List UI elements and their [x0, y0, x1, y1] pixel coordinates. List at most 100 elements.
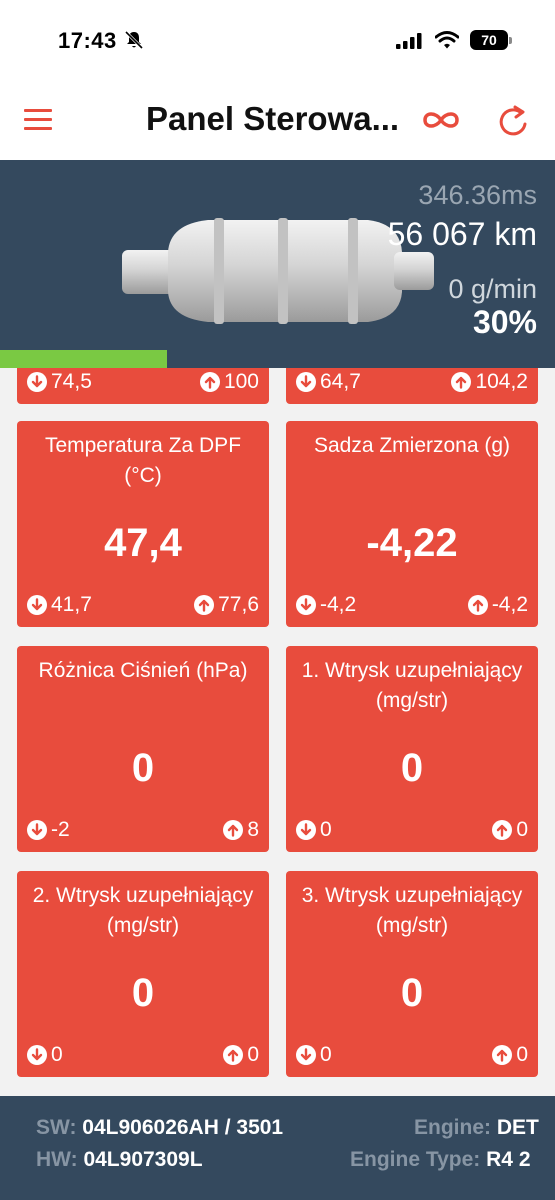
nav-bar: Panel Sterowa...: [0, 84, 555, 160]
card-min-value: -2: [51, 818, 70, 841]
card-max: 0: [492, 1043, 528, 1067]
ecu-info-footer: SW: 04L906026AH / 3501 HW: 04L907309L En…: [0, 1096, 555, 1200]
parameter-card[interactable]: 1. Wtrysk uzupełniający (mg/str) 0 0 0: [286, 646, 538, 852]
card-min-value: 64,7: [320, 370, 361, 393]
card-title: 1. Wtrysk uzupełniający (mg/str): [301, 659, 523, 712]
card-title: Różnica Ciśnień (hPa): [38, 659, 248, 682]
dpf-header-panel: 346.36ms 56 067 km 0 g/min 30%: [0, 160, 555, 368]
arrow-up-circle-icon: [223, 820, 244, 840]
sw-value: 04L906026AH / 3501: [82, 1116, 284, 1139]
arrow-down-circle-icon: [27, 595, 47, 615]
card-value: 0: [400, 971, 424, 1015]
status-time: 17:43: [58, 28, 117, 53]
arrow-down-circle-icon: [27, 1045, 47, 1065]
card-max-value: 0: [247, 1043, 259, 1066]
arrow-up-circle-icon: [467, 595, 488, 615]
card-max: 0: [223, 1043, 259, 1067]
odometer: 56 067 km: [387, 216, 537, 252]
arrow-down-circle-icon: [296, 1045, 316, 1065]
arrow-up-circle-icon: [492, 1045, 513, 1065]
parameter-card[interactable]: Sadza Zmierzona (g) -4,22 -4,2 -4,2: [286, 421, 538, 627]
card-min-value: 41,7: [51, 593, 92, 616]
card-value: 47,4: [104, 521, 182, 565]
arrow-up-circle-icon: [194, 595, 215, 615]
card-max: 100: [199, 370, 259, 394]
engine-row: Engine: DET: [414, 1116, 539, 1140]
card-max-value: 77,6: [218, 593, 259, 616]
card-title: 3. Wtrysk uzupełniający (mg/str): [301, 884, 523, 937]
arrow-up-circle-icon: [199, 372, 220, 392]
card-value: 0: [400, 746, 424, 790]
card-min: 0: [296, 1043, 332, 1067]
card-min-value: 0: [320, 1043, 332, 1066]
card-min: 0: [296, 818, 332, 842]
parameter-card[interactable]: 3. Wtrysk uzupełniający (mg/str) 0 0 0: [286, 871, 538, 1077]
card-min-value: 0: [51, 1043, 63, 1066]
hw-value: 04L907309L: [83, 1148, 203, 1171]
infinity-icon[interactable]: [420, 108, 462, 132]
card-min: -4,2: [296, 593, 356, 617]
card-min: 74,5: [27, 370, 92, 394]
card-value: 0: [131, 971, 155, 1015]
arrow-down-circle-icon: [296, 372, 316, 392]
battery-indicator: 70: [470, 30, 508, 50]
hw-row: HW: 04L907309L: [36, 1148, 203, 1172]
progress-bar-fill: [0, 350, 167, 368]
status-bar: 17:43 70: [0, 0, 555, 84]
parameter-card[interactable]: 64,7 104,2: [286, 368, 538, 404]
card-value: -4,22: [366, 521, 458, 565]
card-min-value: 0: [320, 818, 332, 841]
card-max-value: -4,2: [491, 593, 528, 616]
arrow-down-circle-icon: [296, 595, 316, 615]
soot-rate: 0 g/min: [448, 274, 537, 304]
card-min: -2: [27, 818, 70, 842]
parameter-card[interactable]: Różnica Ciśnień (hPa) 0 -2 8: [17, 646, 269, 852]
arrow-up-circle-icon: [492, 820, 513, 840]
engine-type-row: Engine Type: R4 2: [350, 1148, 531, 1172]
card-min-value: -4,2: [320, 593, 357, 616]
card-title: Sadza Zmierzona (g): [313, 434, 511, 457]
signal-icon: [396, 33, 422, 49]
card-max: 0: [492, 818, 528, 842]
arrow-down-circle-icon: [27, 820, 47, 840]
refresh-icon[interactable]: [498, 104, 530, 138]
progress-bar: [0, 350, 555, 368]
card-max-value: 100: [223, 370, 259, 393]
response-time: 346.36ms: [418, 180, 537, 210]
card-max-value: 104,2: [475, 370, 528, 393]
card-max: 77,6: [194, 593, 259, 617]
bell-muted-icon: [124, 30, 144, 50]
wifi-icon: [435, 31, 459, 49]
arrow-up-circle-icon: [223, 1045, 244, 1065]
page-title: Panel Sterowa...: [146, 100, 400, 137]
card-min: 0: [27, 1043, 63, 1067]
parameter-grid[interactable]: 74,5 100 64,7 104,2 Temperatura Za DPF (…: [0, 368, 555, 1096]
hamburger-menu-icon[interactable]: [24, 109, 52, 131]
arrow-down-circle-icon: [27, 372, 47, 392]
progress-percent: 30%: [472, 304, 537, 340]
engine-label: Engine:: [414, 1116, 491, 1139]
card-title: Temperatura Za DPF (°C): [44, 434, 242, 487]
card-max-value: 0: [516, 1043, 528, 1066]
parameter-card[interactable]: 2. Wtrysk uzupełniający (mg/str) 0 0 0: [17, 871, 269, 1077]
arrow-up-circle-icon: [451, 372, 472, 392]
parameter-card[interactable]: 74,5 100: [17, 368, 269, 404]
engine-value: DET: [496, 1116, 539, 1139]
card-max-value: 0: [516, 818, 528, 841]
card-title: 2. Wtrysk uzupełniający (mg/str): [32, 884, 254, 937]
card-value: 0: [131, 746, 155, 790]
hw-label: HW:: [36, 1148, 78, 1171]
battery-tip: [509, 37, 512, 44]
sw-label: SW:: [36, 1116, 77, 1139]
card-max: 104,2: [451, 370, 528, 394]
card-max: 8: [223, 818, 259, 842]
engine-type-label: Engine Type:: [350, 1148, 481, 1171]
card-max: -4,2: [467, 593, 528, 617]
card-min: 64,7: [296, 370, 361, 394]
card-min-value: 74,5: [51, 370, 92, 393]
sw-row: SW: 04L906026AH / 3501: [36, 1116, 283, 1140]
card-min: 41,7: [27, 593, 92, 617]
arrow-down-circle-icon: [296, 820, 316, 840]
parameter-card[interactable]: Temperatura Za DPF (°C) 47,4 41,7 77,6: [17, 421, 269, 627]
engine-type-value: R4 2: [486, 1148, 531, 1171]
